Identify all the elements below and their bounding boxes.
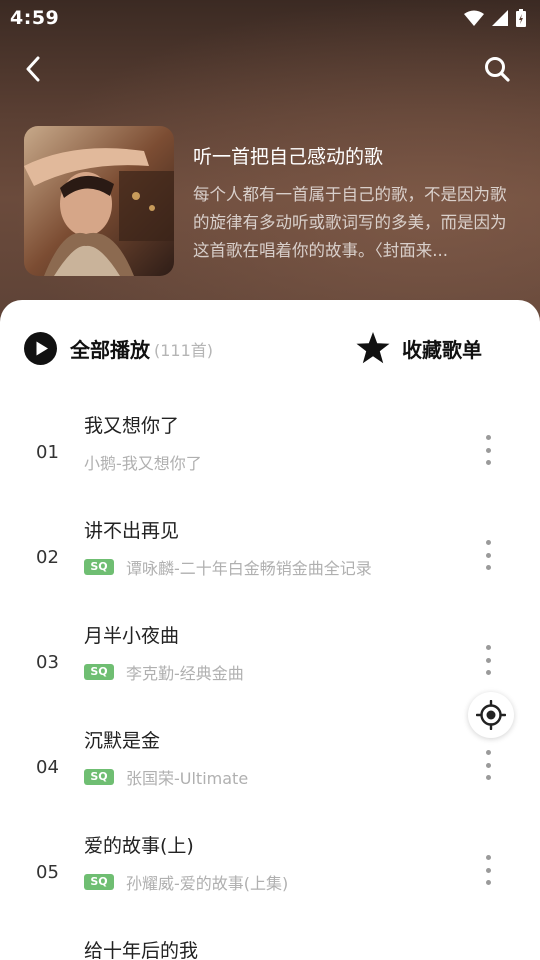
more-dot-icon: [485, 552, 491, 558]
song-index: 03: [36, 652, 59, 673]
more-dot-icon: [485, 670, 491, 675]
top-nav: [0, 46, 540, 92]
song-name: 沉默是金: [84, 730, 161, 752]
song-subtitle: 小鹅-我又想你了: [84, 450, 202, 474]
locate-current-song-button[interactable]: [468, 692, 514, 738]
play-circle-icon: [24, 332, 57, 365]
song-name: 月半小夜曲: [84, 625, 180, 647]
song-artist: 谭咏麟-二十年白金畅销金曲全记录: [126, 559, 372, 578]
song-name: 爱的故事(上): [84, 835, 194, 857]
song-subtitle: SQ 李克勤-经典金曲: [84, 660, 244, 684]
song-index: 01: [36, 442, 59, 463]
status-icons: [464, 9, 526, 27]
action-row: 全部播放 (111首) 收藏歌单: [0, 330, 540, 372]
collect-label: 收藏歌单: [402, 337, 482, 362]
play-all-label: 全部播放: [70, 338, 150, 362]
song-artist: 李克勤-经典金曲: [126, 664, 244, 683]
more-dot-icon: [485, 762, 491, 768]
more-dot-icon: [485, 750, 491, 755]
song-name: 给十年后的我: [84, 940, 199, 960]
more-options-button[interactable]: [478, 748, 498, 782]
more-options-button[interactable]: [478, 538, 498, 572]
more-dot-icon: [485, 540, 491, 545]
song-row[interactable]: 05 爱的故事(上) SQ 孙耀威-爱的故事(上集): [0, 831, 540, 936]
song-artist: 小鹅-我又想你了: [84, 454, 202, 473]
more-options-button[interactable]: [478, 643, 498, 677]
status-time: 4:59: [10, 7, 60, 29]
song-subtitle: SQ 谭咏麟-二十年白金畅销金曲全记录: [84, 555, 372, 579]
playlist-cover[interactable]: [24, 126, 174, 276]
more-dot-icon: [485, 565, 491, 570]
song-artist: 孙耀威-爱的故事(上集): [126, 874, 289, 893]
song-row[interactable]: 01 我又想你了 小鹅-我又想你了: [0, 411, 540, 516]
sq-badge: SQ: [84, 874, 114, 890]
song-index: 02: [36, 547, 59, 568]
signal-icon: [492, 10, 508, 26]
more-dot-icon: [485, 855, 491, 860]
more-dot-icon: [485, 645, 491, 650]
song-name: 我又想你了: [84, 415, 180, 437]
song-index: 04: [36, 757, 59, 778]
star-icon: [356, 332, 390, 364]
sq-badge: SQ: [84, 559, 114, 575]
search-icon: [485, 57, 510, 82]
song-index: 05: [36, 862, 59, 883]
more-dot-icon: [485, 775, 491, 780]
sq-badge: SQ: [84, 664, 114, 680]
more-dot-icon: [485, 435, 491, 440]
more-dot-icon: [485, 460, 491, 465]
song-count: (111首): [154, 340, 214, 360]
wifi-icon: [464, 10, 484, 26]
playlist-description[interactable]: 每个人都有一首属于自己的歌，不是因为歌的旋律有多动听或歌词写的多美，而是因为这首…: [193, 181, 519, 267]
song-artist: 张国荣-Ultimate: [126, 769, 249, 788]
more-dot-icon: [485, 867, 491, 873]
more-dot-icon: [485, 657, 491, 663]
crosshair-icon: [476, 700, 506, 730]
more-options-button[interactable]: [478, 853, 498, 887]
more-dot-icon: [485, 447, 491, 453]
battery-icon: [516, 9, 526, 27]
song-subtitle: SQ 张国荣-Ultimate: [84, 765, 248, 789]
play-all-button[interactable]: 全部播放 (111首): [24, 332, 213, 365]
more-dot-icon: [485, 880, 491, 885]
more-options-button[interactable]: [478, 433, 498, 467]
back-button[interactable]: [18, 50, 48, 88]
song-name: 讲不出再见: [84, 520, 180, 542]
playlist-title: 听一首把自己感动的歌: [193, 146, 384, 168]
song-row[interactable]: 给十年后的我: [0, 936, 540, 960]
cover-image: [24, 126, 174, 276]
song-subtitle: SQ 孙耀威-爱的故事(上集): [84, 870, 288, 894]
song-row[interactable]: 03 月半小夜曲 SQ 李克勤-经典金曲: [0, 621, 540, 726]
search-button[interactable]: [480, 52, 514, 86]
collect-playlist-button[interactable]: 收藏歌单: [356, 332, 482, 364]
sq-badge: SQ: [84, 769, 114, 785]
status-bar: 4:59: [0, 0, 540, 36]
chevron-left-icon: [26, 56, 40, 82]
song-row[interactable]: 04 沉默是金 SQ 张国荣-Ultimate: [0, 726, 540, 831]
song-row[interactable]: 02 讲不出再见 SQ 谭咏麟-二十年白金畅销金曲全记录: [0, 516, 540, 621]
